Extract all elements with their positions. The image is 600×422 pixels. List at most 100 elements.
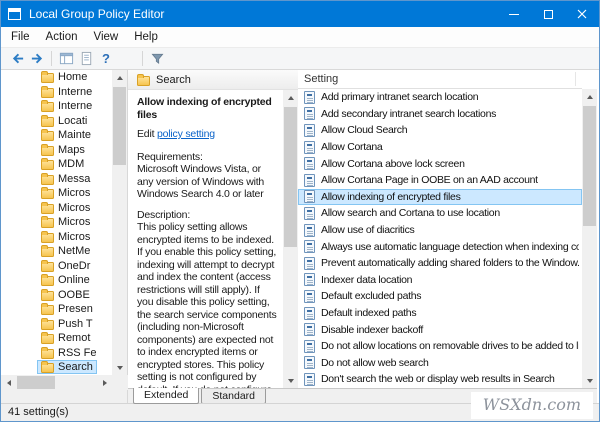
tree-item[interactable]: Remot <box>1 331 112 346</box>
selected-policy-title: Allow indexing of encrypted files <box>137 96 277 121</box>
tree-item[interactable]: Micros <box>1 186 112 201</box>
tree-item-label: RSS Fe <box>58 347 97 359</box>
title-bar[interactable]: Local Group Policy Editor <box>1 1 599 27</box>
setting-row[interactable]: Do not allow web search <box>298 355 582 372</box>
tree-item-label: Remot <box>58 332 90 344</box>
setting-row[interactable]: Default indexed paths <box>298 305 582 322</box>
setting-row[interactable]: Disable indexer backoff <box>298 321 582 338</box>
export-list-button[interactable] <box>76 49 96 68</box>
scroll-down-button[interactable] <box>112 360 127 375</box>
view-tab[interactable]: Standard <box>201 389 266 404</box>
toolbar-separator <box>51 51 52 66</box>
setting-row[interactable]: Allow use of diacritics <box>298 222 582 239</box>
menu-item[interactable]: Help <box>126 27 166 47</box>
tree-item-label: Mainte <box>58 129 91 141</box>
back-button[interactable] <box>7 49 27 68</box>
tree-item[interactable]: Search <box>1 360 112 375</box>
setting-row[interactable]: Allow Cortana Page in OOBE on an AAD acc… <box>298 172 582 189</box>
tree-item[interactable]: OOBE <box>1 288 112 303</box>
settings-vertical-scrollbar[interactable] <box>582 89 597 388</box>
maximize-button[interactable] <box>531 1 565 27</box>
setting-row[interactable]: Allow search and Cortana to use location <box>298 205 582 222</box>
view-tab[interactable]: Extended <box>133 388 199 404</box>
folder-icon <box>41 189 54 199</box>
triangle-down-icon <box>587 379 593 383</box>
forward-button[interactable] <box>27 49 47 68</box>
scroll-left-button[interactable] <box>1 375 16 390</box>
tree-item-label: Maps <box>58 144 85 156</box>
show-console-tree-button[interactable] <box>56 49 76 68</box>
setting-row[interactable]: Don't search the web or display web resu… <box>298 371 582 388</box>
scrollbar-thumb[interactable] <box>17 376 55 389</box>
scrollbar-thumb[interactable] <box>113 87 126 165</box>
tree-item-label: Interne <box>58 100 92 112</box>
tree-item[interactable]: RSS Fe <box>1 346 112 361</box>
tree-item[interactable]: OneDr <box>1 259 112 274</box>
tree-item[interactable]: Home <box>1 70 112 85</box>
tree-item[interactable]: Push T <box>1 317 112 332</box>
setting-row[interactable]: Allow indexing of encrypted files <box>298 189 582 206</box>
requirements-label: Requirements: <box>137 151 277 164</box>
tree-item[interactable]: Micros <box>1 230 112 245</box>
filter-button[interactable] <box>147 49 167 68</box>
setting-row[interactable]: Allow Cortana <box>298 139 582 156</box>
details-vertical-scrollbar[interactable] <box>283 90 298 388</box>
setting-row[interactable]: Allow Cloud Search <box>298 122 582 139</box>
help-button[interactable]: ? <box>96 49 116 68</box>
tree-item[interactable]: Messa <box>1 172 112 187</box>
tree-item-label: MDM <box>58 158 84 170</box>
setting-label: Allow Cortana above lock screen <box>321 158 579 170</box>
close-button[interactable] <box>565 1 599 27</box>
scroll-up-button[interactable] <box>582 89 597 104</box>
setting-label: Allow use of diacritics <box>321 224 579 236</box>
setting-row[interactable]: Add secondary intranet search locations <box>298 106 582 123</box>
scrollbar-thumb[interactable] <box>583 106 596 226</box>
scroll-up-button[interactable] <box>283 90 298 105</box>
minimize-button[interactable] <box>497 1 531 27</box>
settings-panel: Setting Add primary intranet search loca… <box>298 70 597 388</box>
tree-item-inner: Push T <box>37 317 97 331</box>
tree-item[interactable]: Presen <box>1 302 112 317</box>
setting-row[interactable]: Prevent automatically adding shared fold… <box>298 255 582 272</box>
tree-item[interactable]: MDM <box>1 157 112 172</box>
tree-item[interactable]: Micros <box>1 201 112 216</box>
tree-item[interactable]: Interne <box>1 99 112 114</box>
triangle-up-icon <box>288 96 294 100</box>
scrollbar-thumb[interactable] <box>284 107 297 247</box>
tree-item[interactable]: NetMe <box>1 244 112 259</box>
tree-item[interactable]: Mainte <box>1 128 112 143</box>
tree-item[interactable]: Maps <box>1 143 112 158</box>
tree-item[interactable]: Locati <box>1 114 112 129</box>
folder-icon <box>41 320 54 330</box>
scroll-right-button[interactable] <box>97 375 112 390</box>
edit-policy-setting-link[interactable]: policy setting <box>157 128 215 140</box>
scroll-down-button[interactable] <box>582 373 597 388</box>
setting-row[interactable]: Default excluded paths <box>298 288 582 305</box>
menu-item[interactable]: File <box>3 27 38 47</box>
tree-item[interactable]: Micros <box>1 215 112 230</box>
folder-icon <box>137 76 150 86</box>
scroll-down-button[interactable] <box>283 373 298 388</box>
forward-icon <box>30 51 45 66</box>
tree-item-inner: Messa <box>37 172 94 186</box>
setting-row[interactable]: Add primary intranet search location <box>298 89 582 106</box>
status-text: 41 setting(s) <box>8 406 69 418</box>
setting-column-header[interactable]: Setting <box>298 70 582 89</box>
setting-row[interactable]: Do not allow locations on removable driv… <box>298 338 582 355</box>
tree-item-inner: Micros <box>37 201 94 215</box>
setting-row[interactable]: Always use automatic language detection … <box>298 238 582 255</box>
menu-item[interactable]: Action <box>38 27 86 47</box>
tree-item[interactable]: Online <box>1 273 112 288</box>
setting-label: Allow Cortana Page in OOBE on an AAD acc… <box>321 174 579 186</box>
policy-setting-icon <box>304 373 315 386</box>
tree-horizontal-scrollbar[interactable] <box>1 375 112 390</box>
setting-row[interactable]: Indexer data location <box>298 272 582 289</box>
scroll-up-button[interactable] <box>112 70 127 85</box>
tree-vertical-scrollbar[interactable] <box>112 70 127 375</box>
details-header-label: Search <box>156 74 191 86</box>
tree-item[interactable]: Interne <box>1 85 112 100</box>
view-tab-label: Extended <box>144 389 188 401</box>
menu-item[interactable]: View <box>86 27 127 47</box>
window-controls <box>497 1 599 27</box>
setting-row[interactable]: Allow Cortana above lock screen <box>298 155 582 172</box>
